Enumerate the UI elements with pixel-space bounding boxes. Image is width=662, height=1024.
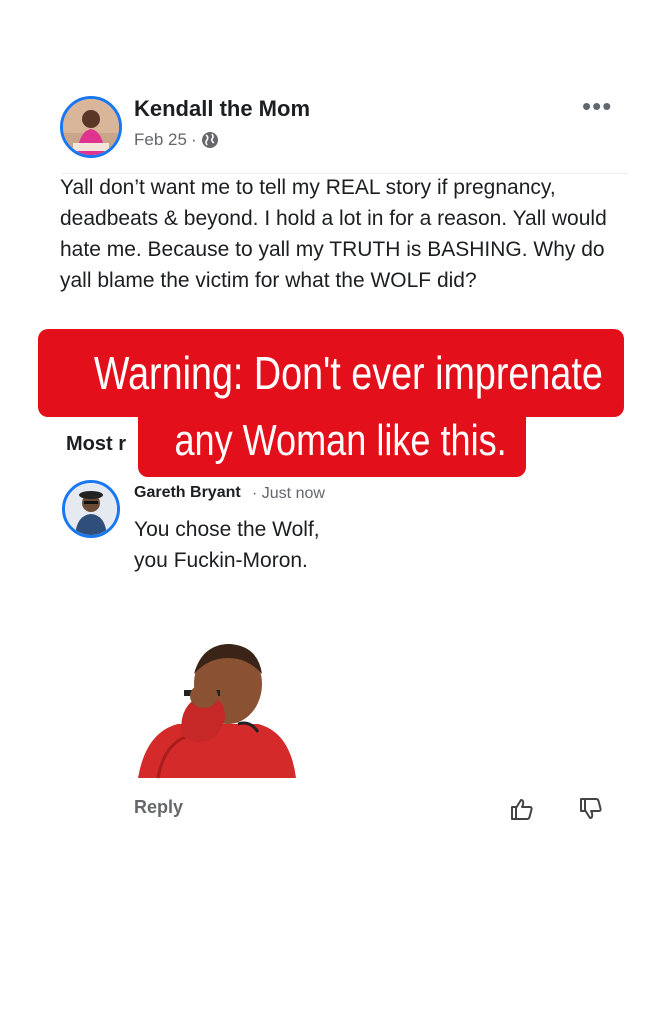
- meta-separator: ·: [190, 130, 197, 149]
- warning-banner-line2: any Woman like this.: [138, 405, 526, 477]
- warning-banner-line1: Warning: Don't ever imprenate: [38, 329, 624, 417]
- comment-avatar-image: [65, 483, 117, 535]
- post-author-name[interactable]: Kendall the Mom: [134, 96, 310, 122]
- comment-text-line1: You chose the Wolf,: [134, 518, 320, 541]
- globe-icon: [201, 132, 218, 148]
- reply-button[interactable]: Reply: [134, 797, 183, 818]
- author-avatar-image: [63, 99, 119, 155]
- thumbs-up-icon[interactable]: [509, 796, 535, 822]
- comment-author-name[interactable]: Gareth Bryant: [134, 484, 241, 502]
- comment-timestamp: · Just now: [252, 485, 325, 502]
- comment-text: You chose the Wolf, you Fuckin-Moron.: [134, 514, 320, 576]
- post-body-text: Yall don’t want me to tell my REAL story…: [60, 176, 607, 292]
- post-author-avatar[interactable]: [60, 96, 122, 158]
- post-meta: Feb 25 ·: [134, 130, 219, 150]
- more-options-button[interactable]: •••: [582, 93, 612, 119]
- comments-sort-label[interactable]: Most r: [66, 433, 126, 456]
- thumbs-down-icon[interactable]: [578, 796, 604, 822]
- comment-author-avatar[interactable]: [62, 480, 120, 538]
- post-date[interactable]: Feb 25: [134, 130, 187, 150]
- facepalm-sticker: [138, 644, 296, 779]
- comment-text-line2: you Fuckin-Moron.: [134, 549, 308, 572]
- more-dots-icon: •••: [582, 91, 613, 121]
